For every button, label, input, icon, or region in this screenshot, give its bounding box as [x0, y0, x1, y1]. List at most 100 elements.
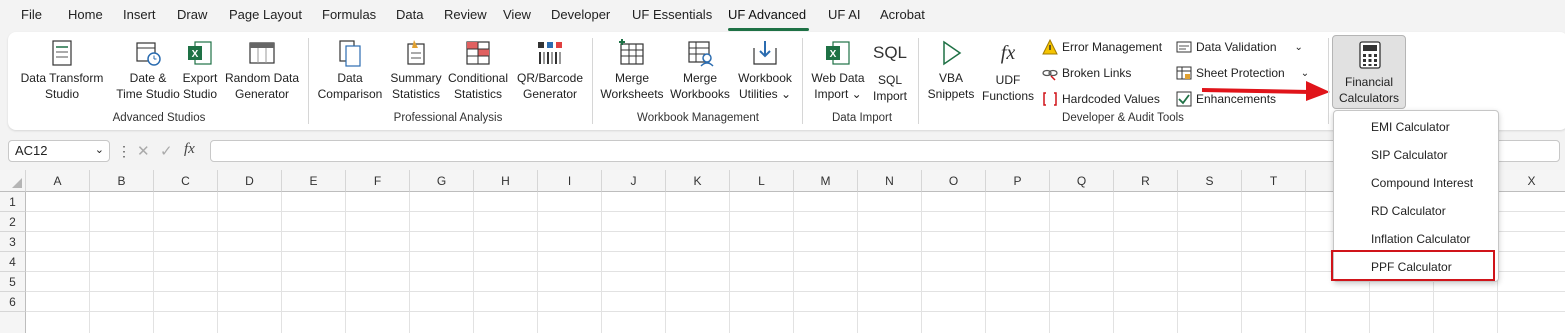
- row-header[interactable]: 2: [0, 212, 26, 232]
- column-header[interactable]: C: [154, 170, 218, 192]
- column-header[interactable]: S: [1178, 170, 1242, 192]
- sql-import-button[interactable]: SQL SQL Import: [866, 38, 914, 104]
- merge-workbooks-button[interactable]: Merge Workbooks: [666, 38, 734, 102]
- data-transform-label-1: Data Transform: [20, 71, 104, 85]
- menu-bar: File Home Insert Draw Page Layout Formul…: [0, 0, 1565, 32]
- data-transform-studio-button[interactable]: Data Transform Studio: [14, 38, 110, 102]
- menu-item-compound-interest[interactable]: Compound Interest: [1371, 176, 1473, 190]
- workbook-utilities-button[interactable]: Workbook Utilities ⌄: [732, 38, 798, 102]
- column-header[interactable]: B: [90, 170, 154, 192]
- merge-ws-label-1: Merge: [614, 71, 649, 85]
- active-tab-indicator: [728, 28, 809, 31]
- summary-statistics-button[interactable]: Summary Statistics: [384, 38, 448, 102]
- tab-data[interactable]: Data: [396, 7, 423, 22]
- menu-item-sip-calculator[interactable]: SIP Calculator: [1371, 148, 1447, 162]
- tab-file[interactable]: File: [21, 7, 42, 22]
- column-header[interactable]: D: [218, 170, 282, 192]
- menu-item-inflation-calculator[interactable]: Inflation Calculator: [1371, 232, 1470, 246]
- column-header[interactable]: R: [1114, 170, 1178, 192]
- hardcoded-values-label: Hardcoded Values: [1062, 92, 1160, 106]
- tab-formulas[interactable]: Formulas: [322, 7, 376, 22]
- column-header[interactable]: T: [1242, 170, 1306, 192]
- tab-acrobat[interactable]: Acrobat: [880, 7, 925, 22]
- web-import-label-1: Web Data: [811, 71, 865, 85]
- qr-barcode-generator-button[interactable]: QR/Barcode Generator: [512, 38, 588, 102]
- select-all-corner[interactable]: [0, 170, 26, 192]
- column-header[interactable]: Q: [1050, 170, 1114, 192]
- insert-function-icon[interactable]: fx: [184, 141, 195, 158]
- tab-view[interactable]: View: [503, 7, 531, 22]
- udf-label-2: Functions: [981, 89, 1035, 103]
- warning-icon: [1042, 39, 1058, 55]
- formula-bar: AC12 ⌄ ⋮ ✕ ✓ fx: [0, 136, 1565, 166]
- group-separator: [802, 38, 803, 124]
- data-transform-label-2: Studio: [44, 87, 80, 101]
- column-header[interactable]: G: [410, 170, 474, 192]
- group-advanced-studios-label: Advanced Studios: [112, 112, 206, 124]
- column-header[interactable]: F: [346, 170, 410, 192]
- tab-draw[interactable]: Draw: [177, 7, 207, 22]
- row-header[interactable]: 1: [0, 192, 26, 212]
- export-label-1: Export: [182, 71, 218, 85]
- column-header[interactable]: O: [922, 170, 986, 192]
- name-box[interactable]: AC12 ⌄: [8, 140, 110, 162]
- column-header[interactable]: N: [858, 170, 922, 192]
- column-header[interactable]: I: [538, 170, 602, 192]
- financial-calculators-button[interactable]: Financial Calculators ⌄: [1332, 35, 1406, 121]
- column-header[interactable]: L: [730, 170, 794, 192]
- tab-page-layout[interactable]: Page Layout: [229, 7, 302, 22]
- cancel-icon[interactable]: ✕: [137, 142, 150, 160]
- row-header[interactable]: 3: [0, 232, 26, 252]
- vba-snippets-button[interactable]: VBA Snippets: [924, 38, 978, 102]
- group-separator: [592, 38, 593, 124]
- column-header[interactable]: E: [282, 170, 346, 192]
- tab-developer[interactable]: Developer: [551, 7, 610, 22]
- confirm-icon[interactable]: ✓: [160, 142, 173, 160]
- more-options-icon[interactable]: ⋮: [117, 143, 131, 160]
- tab-uf-ai[interactable]: UF AI: [828, 7, 861, 22]
- data-validation-button[interactable]: Data Validation ⌄: [1176, 39, 1303, 55]
- broken-links-label: Broken Links: [1062, 66, 1132, 80]
- column-header[interactable]: X: [1498, 170, 1565, 192]
- chevron-down-icon[interactable]: ⌄: [1301, 68, 1309, 79]
- row-header-partial: [0, 312, 26, 333]
- gridline: [26, 311, 1565, 312]
- row-header[interactable]: 4: [0, 252, 26, 272]
- tab-insert[interactable]: Insert: [123, 7, 156, 22]
- column-header[interactable]: P: [986, 170, 1050, 192]
- menu-item-rd-calculator[interactable]: RD Calculator: [1371, 204, 1446, 218]
- web-data-import-button[interactable]: X Web Data Import ⌄: [808, 38, 868, 102]
- merge-worksheets-button[interactable]: Merge Worksheets: [598, 38, 666, 102]
- column-header[interactable]: J: [602, 170, 666, 192]
- conditional-statistics-button[interactable]: Conditional Statistics: [446, 38, 510, 102]
- chevron-down-icon[interactable]: ⌄: [95, 143, 104, 156]
- tab-uf-essentials[interactable]: UF Essentials: [632, 7, 712, 22]
- group-professional-analysis-label: Professional Analysis: [393, 112, 503, 124]
- tab-uf-advanced[interactable]: UF Advanced: [728, 7, 806, 22]
- merge-workbooks-icon: [688, 41, 714, 67]
- column-header[interactable]: K: [666, 170, 730, 192]
- row-header[interactable]: 5: [0, 272, 26, 292]
- merge-wb-label-1: Merge: [682, 71, 717, 85]
- tab-home[interactable]: Home: [68, 7, 103, 22]
- menu-item-emi-calculator[interactable]: EMI Calculator: [1371, 120, 1450, 134]
- random-data-generator-button[interactable]: Random Data Generator: [222, 38, 302, 102]
- qr-label-2: Generator: [522, 87, 578, 101]
- gridline: [26, 291, 1565, 292]
- conditional-label-2: Statistics: [453, 87, 502, 101]
- date-time-studio-button[interactable]: Date & Time Studio: [112, 38, 184, 102]
- group-data-import-label: Data Import: [831, 112, 893, 124]
- row-header[interactable]: 6: [0, 292, 26, 312]
- chevron-down-icon[interactable]: ⌄: [1295, 42, 1303, 53]
- broken-links-button[interactable]: Broken Links: [1042, 65, 1131, 81]
- udf-functions-button[interactable]: fx UDF Functions: [976, 38, 1040, 104]
- column-header[interactable]: M: [794, 170, 858, 192]
- wb-utils-label-2: Utilities ⌄: [738, 87, 792, 101]
- data-comparison-button[interactable]: Data Comparison: [314, 38, 386, 102]
- hardcoded-values-button[interactable]: Hardcoded Values: [1042, 91, 1160, 107]
- column-header[interactable]: H: [474, 170, 538, 192]
- tab-review[interactable]: Review: [444, 7, 487, 22]
- column-header[interactable]: A: [26, 170, 90, 192]
- error-management-button[interactable]: Error Management: [1042, 39, 1162, 55]
- export-studio-button[interactable]: X Export Studio: [178, 38, 222, 102]
